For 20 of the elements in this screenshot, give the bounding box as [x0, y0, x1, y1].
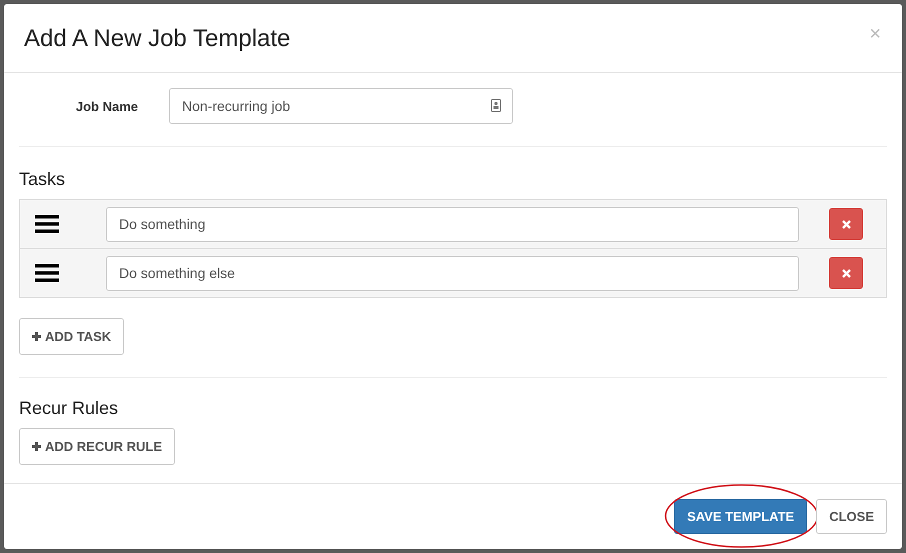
close-button[interactable]: CLOSE: [816, 499, 887, 534]
task-field[interactable]: Do something: [106, 206, 799, 242]
recur-rules-heading: Recur Rules: [19, 398, 120, 419]
contact-card-icon: [491, 99, 501, 112]
drag-handle-icon[interactable]: [35, 215, 59, 233]
close-icon: [842, 268, 850, 278]
delete-button[interactable]: [829, 257, 863, 289]
dialog-title: Add A New Job Template: [24, 24, 290, 54]
add-task-button[interactable]: ADD TASK: [19, 318, 124, 355]
tasks-heading: Tasks: [19, 169, 66, 190]
drag-handle-icon[interactable]: [35, 264, 59, 282]
plus-icon: [32, 442, 41, 451]
delete-button[interactable]: [829, 208, 863, 240]
save-button[interactable]: SAVE TEMPLATE: [674, 499, 808, 534]
close-icon: [842, 220, 850, 228]
plus-icon: [32, 332, 41, 341]
job-name-label: Job Name: [74, 98, 138, 114]
job-name-field[interactable]: Non-recurring job: [169, 88, 513, 124]
task-field[interactable]: Do something else: [106, 256, 799, 290]
add-recur-rule-button[interactable]: ADD RECUR RULE: [19, 428, 175, 465]
